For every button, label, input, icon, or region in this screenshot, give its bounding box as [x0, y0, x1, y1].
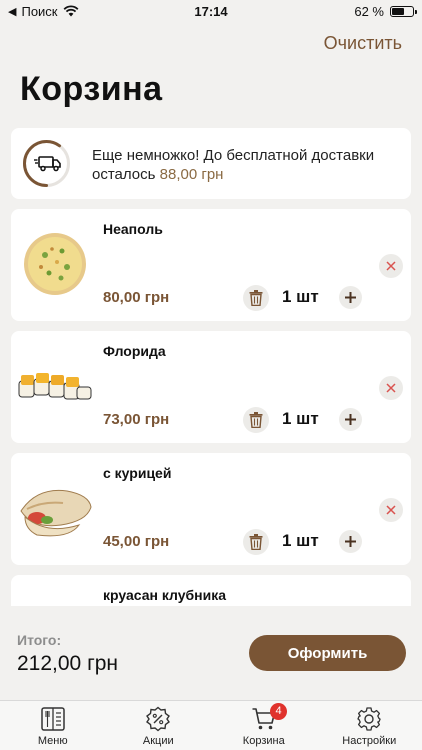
close-icon: [386, 261, 396, 271]
battery-percent: 62 %: [354, 3, 384, 19]
tab-menu[interactable]: Меню: [0, 701, 106, 750]
close-icon: [386, 383, 396, 393]
cart-item: с курицей 45,00 грн 1 шт: [11, 453, 411, 565]
back-arrow-icon: ◀: [8, 5, 17, 18]
sushi-rolls-image: [18, 373, 92, 400]
tab-settings[interactable]: Настройки: [317, 701, 422, 750]
plus-icon: [345, 292, 356, 303]
delivery-message-prefix: осталось: [92, 166, 156, 183]
item-price: 45,00 грн: [103, 533, 170, 550]
tab-label: Акции: [142, 735, 174, 747]
item-quantity: 1 шт: [282, 287, 319, 306]
checkout-button[interactable]: Оформить: [249, 635, 406, 671]
tab-bar: Меню Акции 4 Корзина Настройки: [0, 700, 422, 750]
order-summary: Итого: 212,00 грн Оформить: [0, 606, 422, 700]
item-name: с курицей: [103, 465, 172, 481]
wifi-icon: [63, 5, 78, 17]
battery-icon: [390, 5, 417, 17]
increase-quantity-button[interactable]: [339, 408, 362, 431]
trash-icon: [249, 412, 263, 428]
item-quantity: 1 шт: [282, 409, 319, 428]
cart-item: круасан клубника: [11, 575, 411, 606]
delivery-remaining-amount: 88,00 грн: [159, 166, 224, 183]
tab-cart[interactable]: 4 Корзина: [211, 701, 317, 750]
trash-button[interactable]: [243, 407, 269, 433]
delivery-message: Еще немножко! До бесплатной доставки ост…: [92, 146, 374, 184]
remove-item-button[interactable]: [379, 254, 403, 278]
tab-promotions[interactable]: Акции: [106, 701, 212, 750]
cart-item: Неаполь 80,00 грн 1 шт: [11, 209, 411, 321]
trash-icon: [249, 534, 263, 550]
cart-items-list[interactable]: Неаполь 80,00 грн 1 шт Флорида 73,00 грн…: [0, 205, 422, 606]
remove-item-button[interactable]: [379, 498, 403, 522]
item-price: 80,00 грн: [103, 289, 170, 306]
shawarma-image: [20, 489, 92, 537]
carrier-label: Поиск: [21, 3, 58, 19]
battery-level: [392, 7, 405, 15]
free-delivery-card: Еще немножко! До бесплатной доставки ост…: [11, 128, 411, 199]
cart-item: Флорида 73,00 грн 1 шт: [11, 331, 411, 443]
tab-label: Корзина: [242, 735, 285, 747]
pizza-image: [24, 233, 86, 295]
close-icon: [386, 505, 396, 515]
total-label: Итого:: [17, 632, 62, 648]
increase-quantity-button[interactable]: [339, 530, 362, 553]
menu-book-icon: [41, 707, 65, 731]
plus-icon: [345, 536, 356, 547]
status-bar: ◀ Поиск 17:14 62 %: [0, 0, 422, 22]
plus-icon: [345, 414, 356, 425]
item-name: Неаполь: [103, 221, 163, 237]
trash-button[interactable]: [243, 529, 269, 555]
item-name: круасан клубника: [103, 587, 227, 603]
cart-count-badge: 4: [270, 703, 288, 720]
remove-item-button[interactable]: [379, 376, 403, 400]
item-quantity: 1 шт: [282, 531, 319, 550]
clear-cart-button[interactable]: Очистить: [324, 33, 402, 54]
discount-badge-icon: [146, 706, 171, 732]
item-price: 73,00 грн: [103, 411, 170, 428]
page-title: Корзина: [20, 70, 163, 108]
delivery-progress-ring: [23, 140, 70, 187]
increase-quantity-button[interactable]: [339, 286, 362, 309]
gear-icon: [357, 707, 381, 731]
total-value: 212,00 грн: [17, 652, 119, 675]
tab-label: Меню: [37, 735, 68, 747]
item-name: Флорида: [103, 343, 166, 359]
tab-label: Настройки: [342, 735, 397, 747]
trash-button[interactable]: [243, 285, 269, 311]
delivery-message-line1: Еще немножко! До бесплатной доставки: [92, 147, 375, 164]
trash-icon: [249, 290, 263, 306]
delivery-truck-icon: [34, 156, 61, 172]
